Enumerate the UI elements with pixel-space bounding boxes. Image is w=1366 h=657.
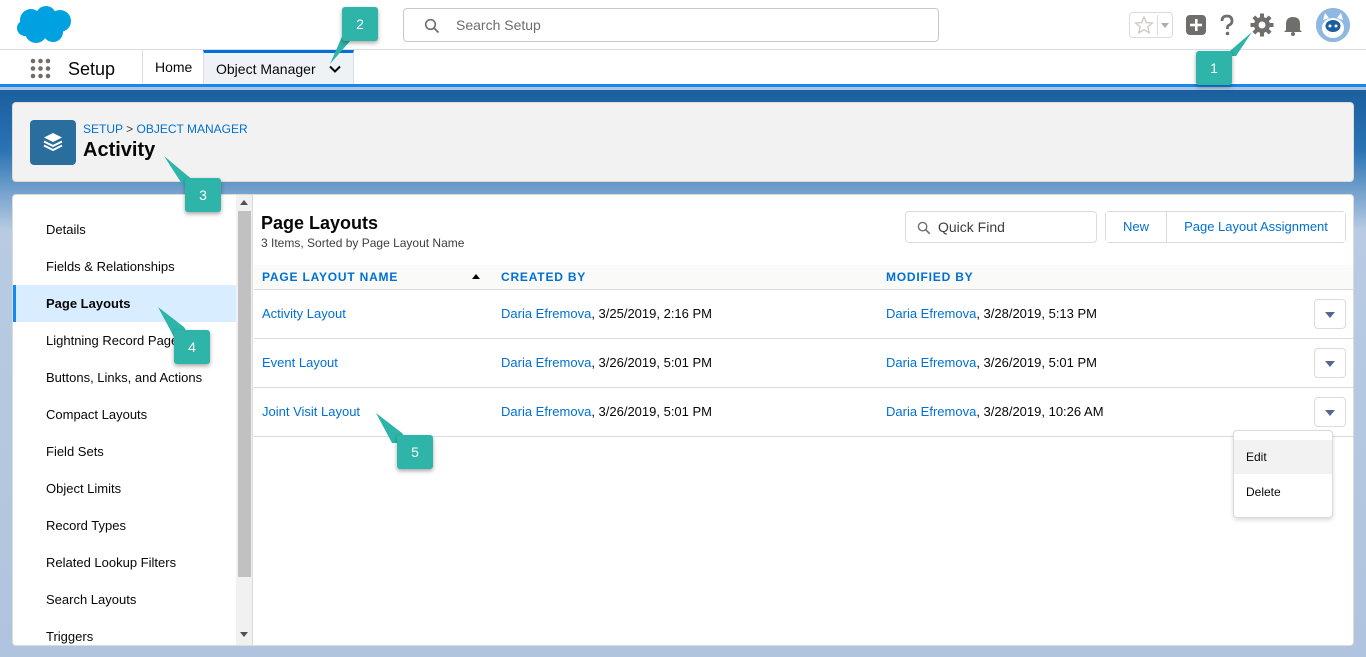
- favorites-dropdown-icon[interactable]: [1161, 23, 1169, 28]
- menu-item-edit[interactable]: Edit: [1234, 440, 1332, 474]
- table-row: Activity Layout Daria Efremova, 3/25/201…: [254, 290, 1353, 339]
- sidebar-item-triggers[interactable]: Triggers: [13, 618, 236, 645]
- created-by-user-link[interactable]: Daria Efremova: [501, 404, 591, 419]
- table-header: PAGE LAYOUT NAME CREATED BY MODIFIED BY: [254, 265, 1353, 290]
- global-header: [0, 0, 1366, 50]
- created-by-user-link[interactable]: Daria Efremova: [501, 355, 591, 370]
- row-actions-button[interactable]: [1314, 348, 1346, 378]
- sort-ascending-icon[interactable]: [472, 274, 480, 279]
- page-layout-assignment-button[interactable]: Page Layout Assignment: [1166, 212, 1345, 242]
- favorites-divider: [1157, 15, 1158, 35]
- row-actions-menu: Edit Delete: [1233, 430, 1333, 518]
- new-button[interactable]: New: [1106, 212, 1166, 242]
- sidebar-item-related-lookup-filters[interactable]: Related Lookup Filters: [13, 544, 236, 581]
- sidebar-item-page-layouts[interactable]: Page Layouts: [13, 285, 236, 322]
- list-subtitle: 3 Items, Sorted by Page Layout Name: [261, 236, 465, 250]
- page-title: Activity: [83, 139, 156, 161]
- callout-4: 4: [174, 330, 210, 364]
- layout-name-link[interactable]: Event Layout: [262, 355, 338, 370]
- menu-item-delete[interactable]: Delete: [1234, 475, 1332, 509]
- global-actions-plus-icon[interactable]: [1184, 13, 1208, 37]
- modified-by-user-link[interactable]: Daria Efremova: [886, 306, 976, 321]
- chevron-down-icon: [1325, 410, 1335, 416]
- star-icon: [1134, 15, 1154, 35]
- row-actions-button[interactable]: [1314, 397, 1346, 427]
- list-title: Page Layouts: [261, 213, 379, 233]
- sidebar-item-search-layouts[interactable]: Search Layouts: [13, 581, 236, 618]
- scrollbar-thumb[interactable]: [238, 211, 251, 577]
- callout-3: 3: [185, 178, 221, 212]
- modified-date: , 3/26/2019, 5:01 PM: [976, 355, 1098, 370]
- search-icon: [424, 18, 440, 34]
- search-icon: [917, 221, 931, 235]
- sidebar-item-record-types[interactable]: Record Types: [13, 507, 236, 544]
- modified-by-user-link[interactable]: Daria Efremova: [886, 355, 976, 370]
- list-actions: New Page Layout Assignment: [1105, 211, 1346, 243]
- breadcrumb-separator: >: [126, 122, 134, 136]
- modified-date: , 3/28/2019, 5:13 PM: [976, 306, 1098, 321]
- notifications-bell-icon[interactable]: [1281, 13, 1305, 37]
- created-date: , 3/25/2019, 2:16 PM: [591, 306, 713, 321]
- tab-object-manager-label: Object Manager: [216, 61, 316, 77]
- modified-by-user-link[interactable]: Daria Efremova: [886, 404, 976, 419]
- table-row: Joint Visit Layout Daria Efremova, 3/26/…: [254, 388, 1353, 437]
- quick-find-input[interactable]: [938, 212, 1088, 242]
- column-header-created-by[interactable]: CREATED BY: [501, 265, 586, 290]
- scroll-up-arrow-icon[interactable]: [240, 200, 248, 205]
- page-layouts-list: Page Layouts 3 Items, Sorted by Page Lay…: [254, 195, 1353, 645]
- search-setup-box[interactable]: [403, 8, 939, 42]
- app-navigation-bar: Setup Home Object Manager: [0, 50, 1366, 87]
- column-header-page-layout-name[interactable]: PAGE LAYOUT NAME: [262, 265, 398, 290]
- breadcrumb-setup-link[interactable]: SETUP: [83, 122, 123, 136]
- breadcrumb: SETUP > OBJECT MANAGER: [83, 122, 248, 136]
- tab-home[interactable]: Home: [142, 50, 204, 84]
- breadcrumb-object-manager-link[interactable]: OBJECT MANAGER: [137, 122, 248, 136]
- quick-find-box[interactable]: [905, 211, 1097, 243]
- callout-2: 2: [342, 7, 378, 41]
- object-page-header: SETUP > OBJECT MANAGER Activity: [12, 102, 1354, 182]
- sidebar-item-field-sets[interactable]: Field Sets: [13, 433, 236, 470]
- tab-object-manager[interactable]: Object Manager: [203, 50, 354, 84]
- table-row: Event Layout Daria Efremova, 3/26/2019, …: [254, 339, 1353, 388]
- user-avatar[interactable]: [1316, 8, 1350, 42]
- layout-name-link[interactable]: Joint Visit Layout: [262, 404, 360, 419]
- setup-gear-icon[interactable]: [1250, 13, 1274, 37]
- sidebar-item-details[interactable]: Details: [13, 211, 236, 248]
- object-icon: [30, 120, 76, 165]
- scroll-down-arrow-icon[interactable]: [240, 632, 248, 637]
- main-panel: Details Fields & Relationships Page Layo…: [12, 194, 1354, 646]
- sidebar-item-object-limits[interactable]: Object Limits: [13, 470, 236, 507]
- salesforce-logo[interactable]: [16, 5, 74, 45]
- app-name: Setup: [68, 59, 116, 79]
- callout-5: 5: [397, 435, 433, 469]
- layers-icon: [43, 133, 63, 152]
- sidebar-scrollbar[interactable]: [236, 195, 253, 645]
- created-by-user-link[interactable]: Daria Efremova: [501, 306, 591, 321]
- modified-date: , 3/28/2019, 10:26 AM: [976, 404, 1104, 419]
- sidebar-item-fields-relationships[interactable]: Fields & Relationships: [13, 248, 236, 285]
- layout-name-link[interactable]: Activity Layout: [262, 306, 346, 321]
- chevron-down-icon: [1325, 312, 1335, 318]
- sidebar-item-buttons-links-actions[interactable]: Buttons, Links, and Actions: [13, 359, 236, 396]
- search-setup-input[interactable]: [456, 9, 926, 41]
- favorites-button[interactable]: [1129, 12, 1173, 38]
- object-sidebar: Details Fields & Relationships Page Layo…: [13, 195, 236, 645]
- created-date: , 3/26/2019, 5:01 PM: [591, 355, 713, 370]
- astro-avatar-icon: [1316, 8, 1350, 42]
- callout-1: 1: [1196, 51, 1232, 85]
- help-icon[interactable]: [1215, 13, 1239, 37]
- column-header-modified-by[interactable]: MODIFIED BY: [886, 265, 973, 290]
- chevron-down-icon[interactable]: [329, 63, 341, 75]
- sidebar-item-compact-layouts[interactable]: Compact Layouts: [13, 396, 236, 433]
- row-actions-button[interactable]: [1314, 299, 1346, 329]
- app-launcher-icon[interactable]: [30, 58, 51, 79]
- chevron-down-icon: [1325, 361, 1335, 367]
- created-date: , 3/26/2019, 5:01 PM: [591, 404, 713, 419]
